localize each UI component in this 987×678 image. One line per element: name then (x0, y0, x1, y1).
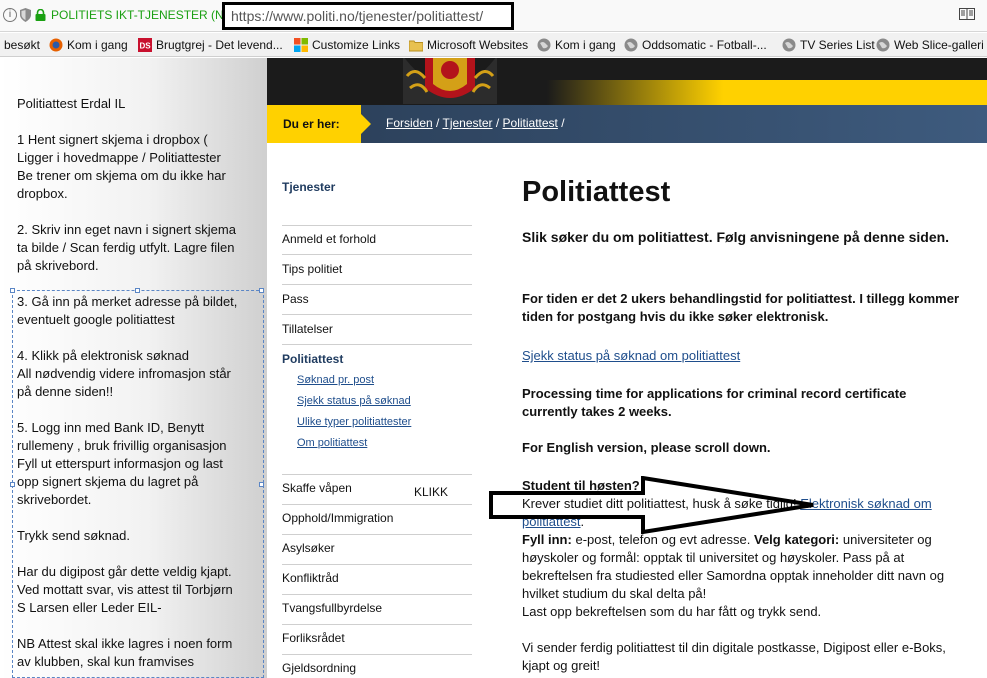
nav-divider (282, 624, 472, 625)
breadcrumb-link-forsiden[interactable]: Forsiden (386, 116, 433, 130)
bookmark-label: Web Slice-galleri (894, 38, 984, 52)
info-icon[interactable]: i (3, 8, 17, 22)
bookmark-label: Brugtgrej - Det levend... (156, 38, 283, 52)
nav-heading: Tjenester (282, 180, 336, 194)
status-link[interactable]: Sjekk status på søknad om politiattest (522, 348, 740, 363)
bookmark-label: Customize Links (312, 38, 401, 52)
nav-divider (282, 314, 472, 315)
nav-item-politiattest[interactable]: Politiattest (282, 352, 472, 366)
note-title: Politiattest Erdal IL (17, 96, 126, 111)
nav-divider (282, 225, 472, 226)
breadcrumb-link-tjenester[interactable]: Tjenester (442, 116, 492, 130)
shield-icon[interactable] (20, 8, 31, 22)
nav-subitem-om-politiattest[interactable]: Om politiattest (297, 437, 367, 449)
banner-stripe (547, 80, 987, 105)
site-identity[interactable]: POLITIETS IKT-TJENESTER (NO) (51, 8, 237, 22)
bookmarks-bar: besøkt Kom i gang DS Brugtgrej - Det lev… (0, 33, 987, 57)
english-note: For English version, please scroll down. (522, 440, 771, 455)
category-label: Velg kategori: (753, 532, 840, 547)
breadcrumb-separator: / (495, 116, 503, 130)
nav-divider (282, 284, 472, 285)
nav-divider (282, 504, 472, 505)
police-crest-logo (403, 58, 497, 104)
globe-icon (624, 38, 638, 52)
note-step-4: 4. Klikk på elektronisk søknad All nødve… (17, 348, 231, 399)
nav-divider (282, 474, 472, 475)
breadcrumb-link-politiattest[interactable]: Politiattest (503, 116, 558, 130)
note-step-3: 3. Gå inn på merket adresse på bildet, e… (17, 294, 238, 327)
folder-icon (409, 40, 423, 52)
nav-item-gjeldsordning[interactable]: Gjeldsordning (282, 661, 472, 675)
nav-divider (282, 534, 472, 535)
nav-subitem-sjekk-status[interactable]: Sjekk status på søknad (297, 395, 411, 407)
intro-text: Slik søker du om politiattest. Følg anvi… (522, 229, 950, 245)
resize-handle[interactable] (259, 288, 264, 293)
note-nb: NB Attest skal ikke lagres i noen form a… (17, 636, 233, 669)
bookmark-label: TV Series List (800, 38, 875, 52)
breadcrumb-label: Du er her: (267, 105, 371, 143)
bookmark-label: Kom i gang (555, 38, 616, 52)
nav-item-tvangsfullbyrdelse[interactable]: Tvangsfullbyrdelse (282, 601, 472, 615)
instructions-note-panel: Politiattest Erdal IL 1 Hent signert skj… (0, 58, 268, 678)
nav-item-tips[interactable]: Tips politiet (282, 262, 472, 276)
nav-divider (282, 654, 472, 655)
url-input[interactable]: https://www.politi.no/tjenester/politiat… (222, 2, 514, 30)
main-content: Politiattest Slik søker du om politiatte… (507, 143, 987, 678)
site-banner (267, 58, 987, 105)
nav-item-tillatelser[interactable]: Tillatelser (282, 322, 472, 336)
globe-icon (876, 38, 890, 52)
bookmark-label: Kom i gang (67, 38, 128, 52)
nav-divider (282, 594, 472, 595)
nav-item-konfliktrad[interactable]: Konfliktråd (282, 571, 472, 585)
fill-paragraph: Fyll inn: e-post, telefon og evt adresse… (522, 531, 962, 603)
arrow-annotation (489, 476, 814, 534)
fill-text: e-post, telefon og evt adresse. (575, 532, 751, 547)
fill-label: Fyll inn: (522, 532, 572, 547)
nav-divider (282, 564, 472, 565)
breadcrumb-separator: / (561, 116, 565, 130)
note-send: Trykk send søknad. (17, 528, 130, 543)
bookmark-label: Oddsomatic - Fotball-... (642, 38, 767, 52)
address-bar: i POLITIETS IKT-TJENESTER (NO) https://w… (0, 0, 987, 32)
klikk-annotation: KLIKK (414, 485, 449, 499)
lock-icon (35, 9, 46, 21)
bookmark-label: besøkt (4, 38, 41, 52)
nav-item-asylsoker[interactable]: Asylsøker (282, 541, 472, 555)
nav-item-forliksradet[interactable]: Forliksrådet (282, 631, 472, 645)
bookmark-label: Microsoft Websites (427, 38, 529, 52)
nav-divider (282, 254, 472, 255)
ds-icon: DS (138, 38, 152, 52)
firefox-icon (49, 38, 63, 52)
nav-subitem-soknad-post[interactable]: Søknad pr. post (297, 374, 374, 386)
upload-text: Last opp bekreftelsen som du har fått og… (522, 604, 822, 619)
resize-handle[interactable] (10, 288, 15, 293)
globe-icon (537, 38, 551, 52)
breadcrumb: Du er her: Forsiden / Tjenester / Politi… (267, 105, 987, 143)
processing-english: Processing time for applications for cri… (522, 386, 907, 419)
processing-notice: For tiden er det 2 ukers behandlingstid … (522, 291, 960, 324)
svg-text:DS: DS (140, 42, 152, 51)
resize-handle[interactable] (259, 482, 264, 487)
note-step-2: 2. Skriv inn eget navn i signert skjema … (17, 222, 236, 273)
nav-item-opphold[interactable]: Opphold/Immigration (282, 511, 472, 525)
note-step-5: 5. Logg inn med Bank ID, Benytt rullemen… (17, 420, 227, 507)
reader-view-icon[interactable] (959, 8, 975, 20)
note-digipost: Har du digipost går dette veldig kjapt. … (17, 564, 233, 615)
page-title: Politiattest (522, 176, 671, 208)
windows-icon (294, 38, 308, 52)
digital-mailbox-text: Vi sender ferdig politiattest til din di… (522, 640, 946, 673)
nav-subitem-ulike-typer[interactable]: Ulike typer politiattester (297, 416, 411, 428)
globe-icon (782, 38, 796, 52)
nav-item-anmeld[interactable]: Anmeld et forhold (282, 232, 472, 246)
resize-handle[interactable] (10, 482, 15, 487)
nav-item-pass[interactable]: Pass (282, 292, 472, 306)
note-step-1: 1 Hent signert skjema i dropbox ( Ligger… (17, 132, 226, 201)
nav-divider (282, 344, 472, 345)
services-nav: Tjenester Anmeld et forhold Tips politie… (267, 143, 507, 678)
breadcrumb-trail: Forsiden / Tjenester / Politiattest / (386, 116, 565, 130)
